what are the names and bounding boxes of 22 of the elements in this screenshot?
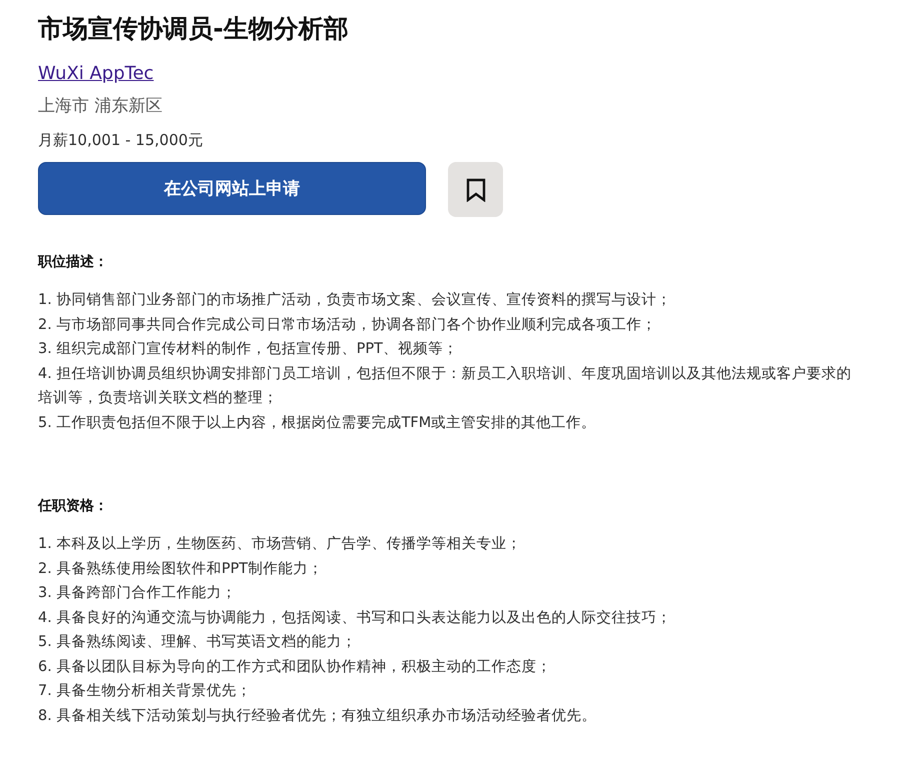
section-heading: 任职资格： bbox=[38, 497, 109, 515]
apply-button[interactable]: 在公司网站上申请 bbox=[38, 162, 426, 215]
list-item: 4. 具备良好的沟通交流与协调能力，包括阅读、书写和口头表达能力以及出色的人际交往技巧； bbox=[38, 608, 672, 628]
list-item: 1. 协同销售部门业务部门的市场推广活动，负责市场文案、会议宣传、宣传资料的撰写与设计； bbox=[38, 290, 672, 310]
list-item: 5. 工作职责包括但不限于以上内容，根据岗位需要完成TFM或主管安排的其他工作。 bbox=[38, 414, 598, 432]
list-item: 2. 与市场部同事共同合作完成公司日常市场活动，协调各部门各个协作业顺利完成各项工作； bbox=[38, 316, 658, 334]
bookmark-button[interactable] bbox=[448, 162, 503, 217]
section-heading: 职位描述： bbox=[38, 253, 109, 271]
list-item: 4. 担任培训协调员组织协调安排部门员工培训，包括但不限于：新员工入职培训、年度巩固培训以及其他法规或客户要求的培训等，负责培训关联文档的整理； bbox=[38, 364, 852, 408]
company-link[interactable]: WuXi AppTec bbox=[38, 63, 154, 84]
list-item: 3. 具备跨部门合作工作能力； bbox=[38, 584, 238, 603]
job-title: 市场宣传协调员-生物分析部 bbox=[38, 13, 350, 45]
list-item: 7. 具备生物分析相关背景优先； bbox=[38, 682, 252, 701]
list-item: 6. 具备以团队目标为导向的工作方式和团队协作精神，积极主动的工作态度； bbox=[38, 658, 552, 676]
list-item: 2. 具备熟练使用绘图软件和PPT制作能力； bbox=[38, 560, 324, 578]
list-item: 5. 具备熟练阅读、理解、书写英语文档的能力； bbox=[38, 633, 358, 652]
list-item: 3. 组织完成部门宣传材料的制作，包括宣传册、PPT、视频等； bbox=[38, 340, 459, 359]
list-item: 8. 具备相关线下活动策划与执行经验者优先；有独立组织承办市场活动经验者优先。 bbox=[38, 706, 598, 726]
salary-text: 月薪10,001 - 15,000元 bbox=[38, 131, 204, 150]
list-item: 1. 本科及以上学历，生物医药、市场营销、广告学、传播学等相关专业； bbox=[38, 534, 522, 554]
job-location: 上海市 浦东新区 bbox=[38, 95, 164, 117]
bookmark-icon bbox=[466, 178, 486, 202]
